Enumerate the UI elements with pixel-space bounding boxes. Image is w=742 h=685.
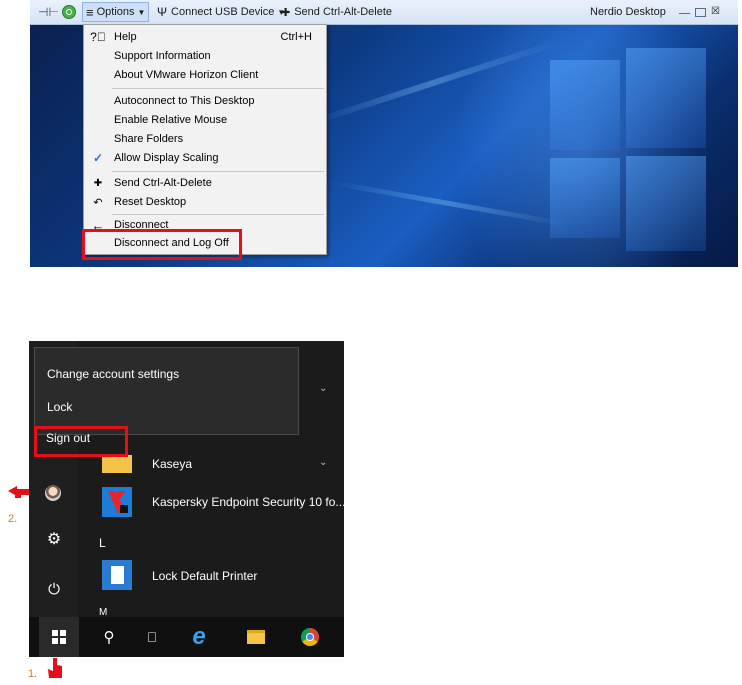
- letter-header-l[interactable]: L: [99, 536, 106, 550]
- settings-gear-icon[interactable]: ⚙: [45, 531, 63, 549]
- checkmark-icon: ✓: [92, 151, 104, 165]
- horizon-toolbar: ⊣⊢ ≡ Options ▼ Ψ Connect USB Device ▼ ✚ …: [30, 0, 738, 25]
- kaseya-folder-icon: [102, 455, 132, 473]
- internet-explorer-icon[interactable]: e: [179, 617, 219, 657]
- window-controls: ☒: [674, 0, 722, 24]
- menu-lock[interactable]: Lock: [47, 400, 72, 414]
- wallpaper-light-beam: [309, 39, 559, 126]
- send-ctrl-alt-delete-button[interactable]: ✚ Send Ctrl-Alt-Delete: [281, 0, 392, 24]
- ctrl-alt-delete-icon: ✚: [93, 177, 103, 189]
- pointing-hand-icon: [7, 484, 31, 505]
- chrome-icon[interactable]: [290, 617, 330, 657]
- options-dropdown-menu: ?⃝ Help Ctrl+H Support Information About…: [83, 24, 327, 255]
- menu-item-label: Enable Relative Mouse: [114, 114, 228, 126]
- reset-icon: ↶: [93, 196, 103, 209]
- usb-icon: Ψ: [157, 5, 168, 19]
- wallpaper-light-beam: [329, 180, 567, 227]
- desktop-name-label: Nerdio Desktop: [590, 6, 666, 18]
- close-icon[interactable]: ☒: [711, 6, 722, 17]
- windows-logo-icon: [52, 630, 66, 644]
- menu-item-relative-mouse[interactable]: Enable Relative Mouse: [84, 111, 326, 129]
- windows-start-button[interactable]: [39, 617, 79, 657]
- menu-separator: [112, 88, 324, 89]
- menu-item-reset-desktop[interactable]: ↶ Reset Desktop: [84, 193, 326, 211]
- app-lock-default-printer[interactable]: Lock Default Printer: [152, 569, 257, 583]
- usb-label: Connect USB Device: [171, 6, 275, 18]
- menu-item-help[interactable]: ?⃝ Help Ctrl+H: [84, 28, 326, 46]
- menu-item-label: Autoconnect to This Desktop: [114, 95, 255, 107]
- chevron-down-icon[interactable]: ⌄: [319, 457, 327, 468]
- menu-separator: [112, 171, 324, 172]
- file-explorer-icon[interactable]: [236, 617, 276, 657]
- dropdown-caret-icon: ▼: [137, 7, 146, 17]
- connection-status-icon[interactable]: [62, 0, 76, 24]
- ctrl-alt-delete-icon: ✚: [281, 6, 291, 19]
- hamburger-icon: ≡: [86, 4, 94, 20]
- kaspersky-icon: [102, 487, 132, 517]
- help-icon: ?⃝: [90, 30, 106, 44]
- menu-item-label: Support Information: [114, 50, 211, 62]
- highlight-box-sign-out: [34, 426, 128, 457]
- wallpaper-window-shape: [550, 158, 620, 238]
- app-kaspersky[interactable]: Kaspersky Endpoint Security 10 fo...: [152, 495, 344, 509]
- step-2-label: 2.: [8, 513, 18, 525]
- options-label: Options: [96, 6, 135, 18]
- wallpaper-window-shape: [626, 156, 706, 251]
- restore-icon[interactable]: [695, 7, 706, 17]
- wallpaper-window-shape: [550, 60, 620, 150]
- menu-item-label: Allow Display Scaling: [114, 152, 219, 164]
- cad-label: Send Ctrl-Alt-Delete: [294, 6, 393, 18]
- menu-separator: [112, 214, 324, 215]
- menu-shortcut: Ctrl+H: [280, 31, 312, 43]
- horizon-client-window: ⊣⊢ ≡ Options ▼ Ψ Connect USB Device ▼ ✚ …: [30, 0, 738, 267]
- power-icon[interactable]: ⏻: [45, 581, 63, 599]
- menu-item-about[interactable]: About VMware Horizon Client: [84, 66, 326, 84]
- menu-item-share-folders[interactable]: Share Folders: [84, 130, 326, 148]
- menu-item-label: Reset Desktop: [114, 196, 187, 208]
- windows-start-menu: ⚙ ⏻ ⌄ Kaseya ⌄ Kaspersky Endpoint Securi…: [29, 341, 344, 657]
- menu-item-label: Share Folders: [114, 133, 184, 145]
- account-flyout-menu: Change account settings Lock: [34, 347, 299, 435]
- step-1-label: 1.: [28, 668, 38, 680]
- minimize-icon[interactable]: [679, 10, 690, 14]
- desktop-name: Nerdio Desktop: [590, 0, 666, 24]
- user-avatar[interactable]: [45, 485, 61, 501]
- options-menu-button[interactable]: ≡ Options ▼: [82, 2, 150, 22]
- menu-item-label: Help: [114, 31, 137, 43]
- menu-item-autoconnect[interactable]: Autoconnect to This Desktop: [84, 92, 326, 110]
- wallpaper-window-shape: [626, 48, 706, 148]
- connect-usb-button[interactable]: Ψ Connect USB Device ▼: [157, 0, 285, 24]
- highlight-box-log-off: [82, 229, 242, 260]
- menu-change-account-settings[interactable]: Change account settings: [47, 367, 179, 381]
- pin-icon[interactable]: ⊣⊢: [38, 0, 59, 24]
- menu-item-display-scaling[interactable]: ✓ Allow Display Scaling: [84, 149, 326, 167]
- search-icon[interactable]: ⚲: [89, 617, 129, 657]
- menu-item-label: About VMware Horizon Client: [114, 69, 259, 81]
- menu-item-send-ctrl-alt-delete[interactable]: ✚ Send Ctrl-Alt-Delete: [84, 174, 326, 192]
- lock-default-printer-icon: [102, 560, 132, 590]
- task-view-icon[interactable]: ⎕: [132, 617, 172, 657]
- menu-item-label: Send Ctrl-Alt-Delete: [114, 177, 212, 189]
- taskbar: ⚲ ⎕ e: [29, 617, 344, 657]
- pointing-hand-icon: [46, 657, 64, 684]
- chevron-down-icon[interactable]: ⌄: [319, 383, 327, 394]
- menu-item-support-information[interactable]: Support Information: [84, 47, 326, 65]
- app-kaseya[interactable]: Kaseya: [152, 457, 192, 471]
